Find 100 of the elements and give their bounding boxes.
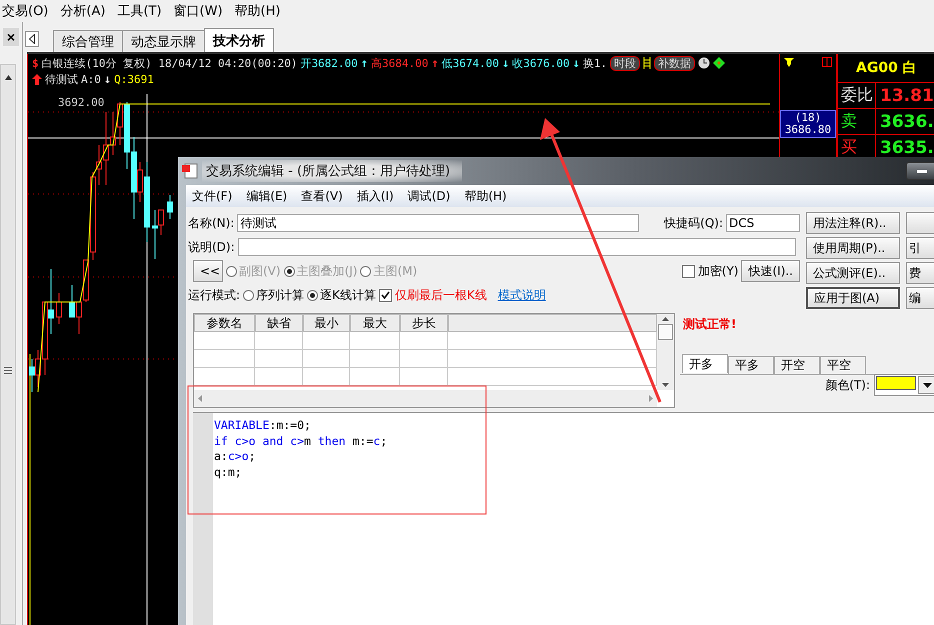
code-line: if c>o and c>m then m:=c;	[214, 434, 388, 449]
table-cell[interactable]	[448, 368, 657, 386]
table-cell[interactable]	[255, 368, 303, 386]
column-header[interactable]: 缺省	[255, 314, 303, 332]
table-cell[interactable]	[303, 350, 350, 368]
table-cell[interactable]	[350, 332, 400, 350]
table-cell[interactable]	[194, 332, 255, 350]
status-message: 测试正常!	[682, 316, 738, 333]
tab[interactable]: 平空	[820, 356, 866, 374]
window-icon[interactable]	[822, 57, 832, 67]
menu-item[interactable]: 文件(F)	[192, 188, 232, 204]
dropdown-icon	[922, 382, 932, 388]
dialog-title: 交易系统编辑 - (所属公式组：用户待处理)	[202, 160, 462, 182]
close-button[interactable]: ×	[3, 28, 19, 46]
code-line: q:m;	[214, 464, 243, 480]
collapse-button[interactable]: <<	[193, 260, 223, 282]
table-cell[interactable]	[448, 332, 657, 350]
scroll-down-icon[interactable]	[662, 383, 669, 387]
table-cell[interactable]	[194, 350, 255, 368]
dialog-button[interactable]: 应用于图(A)	[806, 287, 900, 309]
color-dropdown[interactable]	[874, 374, 934, 396]
menu-item[interactable]: 帮助(H)	[464, 188, 507, 204]
dialog-button[interactable]: 使用周期(P)..	[806, 237, 900, 259]
candle	[56, 292, 62, 324]
checkbox[interactable]	[378, 288, 392, 302]
pin-icon[interactable]	[784, 58, 794, 66]
scroll-thumb[interactable]	[658, 324, 673, 340]
quote-label: 卖	[838, 109, 876, 134]
menu-item[interactable]: 窗口(W)	[174, 2, 223, 20]
bar-count: (18)	[794, 112, 822, 124]
table-cell[interactable]	[303, 332, 350, 350]
help-link[interactable]: 模式说明	[498, 286, 546, 304]
ladder-icon[interactable]	[643, 57, 652, 69]
quote-value: 3636.	[879, 112, 934, 132]
checkbox[interactable]	[682, 264, 695, 278]
column-header[interactable]: 参数名	[194, 314, 255, 332]
code-line: a:c>o;	[214, 449, 257, 464]
option-label: 副图(V)	[239, 262, 281, 280]
field-label: 颜色(T):	[825, 376, 870, 394]
menu-item[interactable]: 工具(T)	[117, 2, 162, 20]
table-cell[interactable]	[448, 350, 657, 368]
dialog-button[interactable]: 费	[906, 262, 934, 284]
column-header[interactable]: 最大	[350, 314, 400, 332]
chart-button[interactable]: 补数据	[654, 56, 696, 70]
tab[interactable]: 开多	[682, 354, 728, 373]
tab[interactable]: 平多	[728, 356, 774, 374]
menu-item[interactable]: 编辑(E)	[246, 188, 288, 204]
scroll-up-icon[interactable]	[662, 317, 669, 321]
tab[interactable]: 综合管理	[53, 30, 123, 52]
dialog-button[interactable]: 公式测评(E)..	[806, 262, 900, 284]
table-cell[interactable]	[400, 368, 448, 386]
menu-item[interactable]: 分析(A)	[60, 2, 106, 20]
dialog-button[interactable]: 用法注释(R)..	[806, 212, 900, 234]
tab[interactable]: 技术分析	[204, 28, 274, 52]
radio-button[interactable]	[243, 290, 254, 300]
table-cell[interactable]	[350, 350, 400, 368]
column-header[interactable]: 步长	[400, 314, 448, 332]
scroll-bar[interactable]	[0, 64, 16, 625]
menu-item[interactable]: 交易(O)	[2, 2, 48, 20]
table-cell[interactable]	[400, 332, 448, 350]
dialog-button[interactable]: 引	[906, 237, 934, 259]
diamond-icon[interactable]	[713, 57, 726, 69]
minimize-button[interactable]	[906, 162, 934, 180]
quote-value: 高3684.00	[371, 56, 428, 70]
price-label: 3692.00	[58, 96, 104, 109]
clock-icon[interactable]	[698, 57, 710, 69]
quick-button[interactable]: 快速(I)..	[741, 260, 800, 282]
field-label: 快捷码(Q):	[664, 214, 723, 232]
table-cell[interactable]	[400, 350, 448, 368]
table-cell[interactable]	[194, 368, 255, 386]
chart-button[interactable]: 时段	[610, 56, 640, 70]
grip-icon	[4, 367, 12, 374]
table-cell[interactable]	[303, 368, 350, 386]
dialog-button[interactable]: 编	[906, 287, 934, 309]
shortcut-field[interactable]: DCS	[726, 214, 800, 232]
table-cell[interactable]	[350, 368, 400, 386]
code-editor[interactable]: VARIABLE:m:=0; if c>o and c>m then m:=c; a:c>o; q:m;	[193, 412, 934, 625]
menu-item[interactable]: 调试(D)	[408, 188, 450, 204]
scroll-left-icon[interactable]	[29, 34, 35, 44]
table-cell[interactable]	[255, 332, 303, 350]
column-header[interactable]: 最小	[303, 314, 350, 332]
scroll-right-icon[interactable]	[649, 395, 653, 402]
tab[interactable]: 开空	[774, 356, 820, 374]
tab[interactable]: 动态显示牌	[122, 30, 205, 52]
button[interactable]	[906, 212, 934, 234]
quote-label: 委比	[838, 83, 876, 108]
trend-arrow: ↑	[431, 56, 439, 70]
field-label: 说明(D):	[188, 238, 235, 256]
option-label: 主图叠加(J)	[296, 262, 358, 280]
menu-item[interactable]: 帮助(H)	[234, 2, 280, 20]
description-field[interactable]	[238, 238, 796, 256]
quote-value: 收3676.00	[512, 56, 570, 70]
quote-value: 换1.	[582, 56, 608, 70]
trend-arrow: ↓	[104, 72, 112, 86]
radio-button[interactable]	[307, 290, 318, 300]
candle	[167, 194, 173, 220]
name-field[interactable]: 待测试	[237, 214, 640, 232]
table-cell[interactable]	[255, 350, 303, 368]
menu-item[interactable]: 查看(V)	[301, 188, 343, 204]
menu-item[interactable]: 插入(I)	[356, 188, 394, 204]
